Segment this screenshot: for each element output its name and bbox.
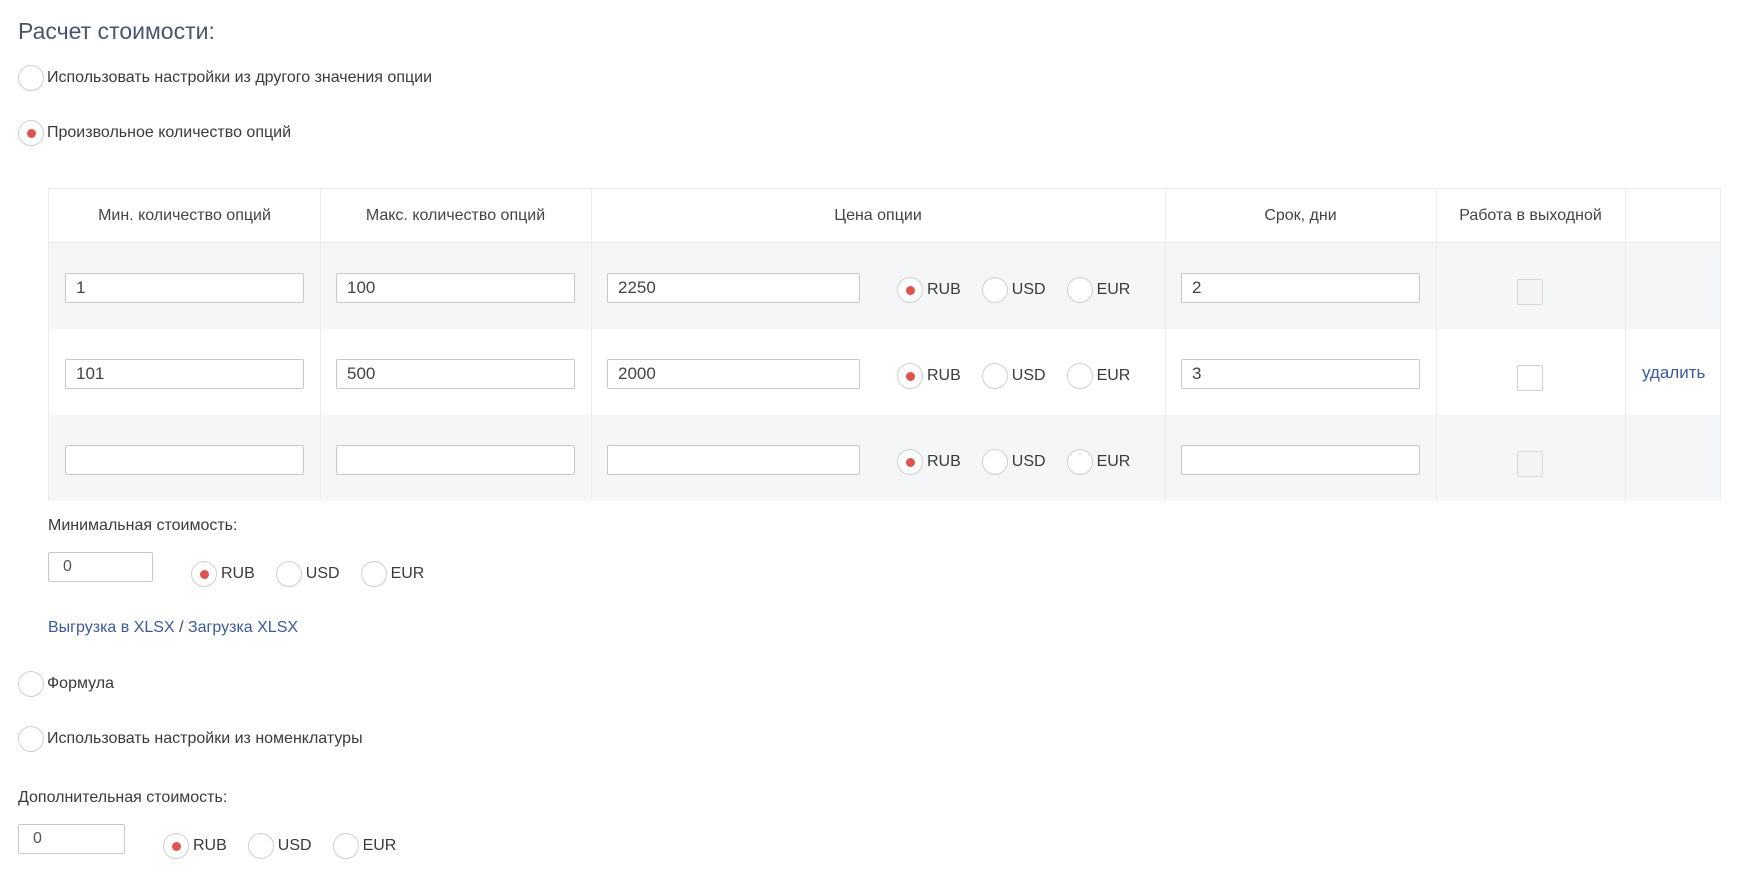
min-cost-label: Минимальная стоимость: — [48, 517, 238, 534]
radio-custom-quantity[interactable] — [18, 120, 44, 146]
radio-eur[interactable] — [1066, 277, 1093, 303]
currency-rub[interactable]: RUB — [897, 449, 961, 475]
currency-usd[interactable]: USD — [981, 277, 1046, 303]
header-min-qty: Мин. количество опций — [98, 207, 271, 224]
currency-usd[interactable]: USD — [981, 449, 1046, 475]
xlsx-links: Выгрузка в XLSX / Загрузка XLSX — [48, 619, 298, 637]
price-input[interactable]: 2000 — [607, 359, 860, 389]
currency-usd[interactable]: USD — [275, 561, 340, 587]
currency-usd[interactable]: USD — [981, 363, 1046, 389]
max-qty-input[interactable]: 500 — [336, 359, 575, 389]
term-input[interactable] — [1181, 445, 1420, 475]
currency-group: RUB USD EUR — [897, 363, 1151, 389]
min-qty-input[interactable]: 1 — [65, 273, 304, 303]
radio-use-nomenclature[interactable] — [18, 726, 44, 752]
currency-rub[interactable]: RUB — [897, 277, 961, 303]
extra-cost-input[interactable]: 0 — [18, 824, 125, 854]
price-table: Мин. количество опций Макс. количество о… — [48, 188, 1721, 501]
radio-formula[interactable] — [18, 671, 44, 697]
currency-group: RUB USD EUR — [897, 449, 1151, 475]
option-formula[interactable]: Формула — [18, 671, 114, 697]
radio-rub[interactable] — [897, 363, 923, 389]
radio-use-other-value[interactable] — [18, 65, 44, 91]
min-cost-currency-group: RUB USD EUR — [191, 561, 445, 587]
export-xlsx-link[interactable]: Выгрузка в XLSX — [48, 619, 175, 636]
weekend-checkbox[interactable] — [1517, 279, 1543, 305]
max-qty-input[interactable] — [336, 445, 575, 475]
import-xlsx-link[interactable]: Загрузка XLSX — [188, 619, 298, 636]
currency-eur[interactable]: EUR — [1066, 449, 1130, 475]
xlsx-separator: / — [179, 619, 184, 636]
currency-eur[interactable]: EUR — [360, 561, 424, 587]
price-input[interactable] — [607, 445, 860, 475]
option-label: Использовать настройки из другого значен… — [47, 69, 433, 86]
radio-usd[interactable] — [981, 449, 1008, 475]
radio-eur[interactable] — [332, 833, 359, 859]
currency-usd[interactable]: USD — [247, 833, 312, 859]
min-qty-input[interactable] — [65, 445, 304, 475]
currency-group: RUB USD EUR — [897, 277, 1151, 303]
currency-eur[interactable]: EUR — [1066, 277, 1130, 303]
weekend-checkbox[interactable] — [1517, 451, 1543, 477]
radio-rub[interactable] — [163, 833, 189, 859]
term-input[interactable]: 2 — [1181, 273, 1420, 303]
option-label: Формула — [47, 675, 115, 692]
header-term: Срок, дни — [1264, 207, 1337, 224]
min-qty-input[interactable]: 101 — [65, 359, 304, 389]
radio-rub[interactable] — [897, 449, 923, 475]
extra-cost-label: Дополнительная стоимость: — [18, 789, 228, 806]
radio-usd[interactable] — [247, 833, 274, 859]
currency-rub[interactable]: RUB — [163, 833, 227, 859]
option-label: Произвольное количество опций — [47, 124, 292, 141]
currency-rub[interactable]: RUB — [191, 561, 255, 587]
weekend-checkbox[interactable] — [1517, 365, 1543, 391]
option-use-other-value[interactable]: Использовать настройки из другого значен… — [18, 65, 432, 91]
radio-usd[interactable] — [981, 277, 1008, 303]
radio-rub[interactable] — [897, 277, 923, 303]
min-cost-input[interactable]: 0 — [48, 552, 153, 582]
section-title: Расчет стоимости: — [18, 18, 215, 44]
price-input[interactable]: 2250 — [607, 273, 860, 303]
currency-eur[interactable]: EUR — [332, 833, 396, 859]
option-use-nomenclature[interactable]: Использовать настройки из номенклатуры — [18, 726, 363, 752]
max-qty-input[interactable]: 100 — [336, 273, 575, 303]
header-max-qty: Макс. количество опций — [365, 207, 546, 224]
delete-row-link[interactable]: удалить — [1642, 363, 1705, 383]
radio-usd[interactable] — [981, 363, 1008, 389]
currency-rub[interactable]: RUB — [897, 363, 961, 389]
radio-eur[interactable] — [1066, 449, 1093, 475]
radio-eur[interactable] — [1066, 363, 1093, 389]
header-weekend: Работа в выходной — [1459, 207, 1602, 224]
currency-eur[interactable]: EUR — [1066, 363, 1130, 389]
radio-eur[interactable] — [360, 561, 387, 587]
radio-rub[interactable] — [191, 561, 217, 587]
header-price: Цена опции — [834, 207, 922, 224]
option-label: Использовать настройки из номенклатуры — [47, 730, 363, 747]
extra-cost-currency-group: RUB USD EUR — [163, 833, 417, 859]
term-input[interactable]: 3 — [1181, 359, 1420, 389]
radio-usd[interactable] — [275, 561, 302, 587]
option-custom-quantity[interactable]: Произвольное количество опций — [18, 120, 291, 146]
